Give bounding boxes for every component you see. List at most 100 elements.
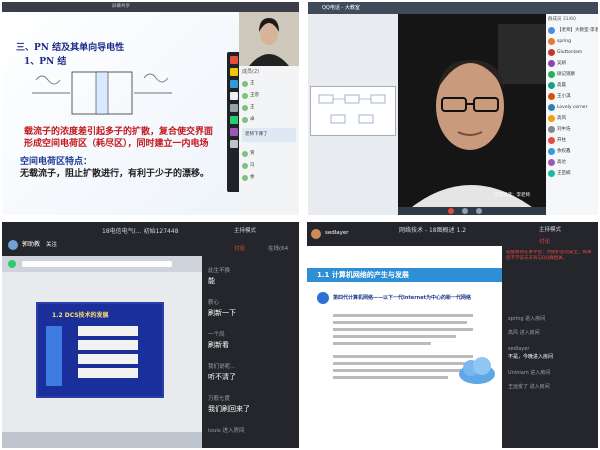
pen-yellow-icon[interactable] xyxy=(230,68,238,76)
person-avatar-icon xyxy=(239,12,299,66)
top-bar: 屏幕共享 xyxy=(2,2,299,12)
chat-message: 我们刷回来了 xyxy=(208,405,250,413)
avatar-icon xyxy=(548,27,555,34)
slide-box xyxy=(78,326,138,336)
pen-red-icon[interactable] xyxy=(230,56,238,64)
avatar-icon xyxy=(548,82,555,89)
member-item[interactable]: 【老师】大教室-李老师 xyxy=(548,26,598,36)
title-bar: QQ电话 - 大教室 xyxy=(308,2,598,14)
avatar-icon xyxy=(242,163,248,169)
member-name: 开柱 xyxy=(557,138,566,143)
slide-feature-text: 无载流子，阻止扩散进行，有利于少子的漂移。 xyxy=(20,169,210,179)
avatar-icon xyxy=(242,117,248,123)
flowchart-icon xyxy=(318,94,386,124)
chat-note: 老师下课了 xyxy=(242,128,296,142)
video-caption: 正在讲话：李老师 xyxy=(494,193,530,198)
member-list-panel: 成员(2) 王 王宗 王 卓 老师下课了 贺 冯 余 xyxy=(239,66,299,215)
avatar-icon xyxy=(548,170,555,177)
highlighter-icon[interactable] xyxy=(230,116,238,124)
member-name: spring xyxy=(557,39,572,44)
shape-icon[interactable] xyxy=(230,104,238,112)
teacher-webcam xyxy=(239,12,299,66)
member-item[interactable]: spring xyxy=(548,37,597,47)
mic-icon[interactable] xyxy=(462,208,468,214)
panel-live-classroom-dcs: 18电信电气(... 初始127448 郭助教 关注 主持模式 讨论 在线(64… xyxy=(2,222,299,448)
member-item[interactable]: 硕记观察 xyxy=(548,70,597,80)
address-bar[interactable] xyxy=(22,261,172,267)
chat-username: 薪心 xyxy=(208,300,220,306)
member-item[interactable]: 王宗 xyxy=(242,92,297,101)
avatar-icon xyxy=(548,159,555,166)
member-item[interactable]: 刘中浩 xyxy=(548,125,597,135)
member-sidebar: 群成员 31/60 【老师】大教室-李老师 spring Gluttonlam 吴妍硕… xyxy=(546,14,598,215)
system-notice: 提醒教师在本平台：为保护您的安全，如果您不学该天天有与QQ群相关。 xyxy=(506,250,592,261)
pen-blue-icon[interactable] xyxy=(230,80,238,88)
eraser-icon[interactable] xyxy=(230,92,238,100)
member-item[interactable]: Lovely corner xyxy=(548,103,597,113)
tab-discussion[interactable]: 讨论 xyxy=(539,237,550,245)
member-item[interactable]: 高风 xyxy=(548,114,597,124)
chat-username: 万般七度 xyxy=(208,396,231,402)
host-avatar-icon xyxy=(311,229,321,239)
avatar-icon xyxy=(548,115,555,122)
follow-button[interactable]: 关注 xyxy=(46,240,57,250)
slide-dcs: 1.2 DCS技术的发展 xyxy=(36,302,164,398)
chat-message: 不是，今晚进入房间 xyxy=(508,354,554,360)
host-avatar-icon xyxy=(8,240,18,250)
slide-area: 三、PN 结及其单向导电性 1、PN 结 载流子的浓度差引起多子的扩散，复合使交… xyxy=(2,12,239,215)
slide-box xyxy=(78,354,138,364)
avatar-icon xyxy=(548,104,555,111)
member-item[interactable]: 开柱 xyxy=(548,136,597,146)
member-name: 高风 xyxy=(557,116,566,121)
avatar-icon xyxy=(548,71,555,78)
panel-screen-share-pn-junction: 屏幕共享 三、PN 结及其单向导电性 1、PN 结 载流子的浓度差引起多子的扩散… xyxy=(2,2,299,215)
slide-network: 1.1 计算机网络的产生与发展 第四代计算机网络——以下一代Internet为中… xyxy=(307,246,502,448)
taskbar xyxy=(2,432,202,448)
member-item[interactable]: 吴妍 xyxy=(548,59,597,69)
avatar-icon xyxy=(548,126,555,133)
camera-icon[interactable] xyxy=(476,208,482,214)
host-name: sedlayer xyxy=(325,230,349,236)
member-name: 高晨 xyxy=(557,83,566,88)
avatar-icon xyxy=(242,81,248,87)
tab-online[interactable]: 在线(64 xyxy=(268,244,288,252)
shared-screen-thumbnail[interactable] xyxy=(310,86,396,136)
member-item[interactable]: 高达 xyxy=(548,158,597,168)
member-item[interactable]: 冯 xyxy=(242,162,297,171)
member-item[interactable]: 王苗楠 xyxy=(548,169,597,179)
avatar-icon xyxy=(242,175,248,181)
host-name: 郭助教 xyxy=(22,241,41,248)
member-name: 硕记观察 xyxy=(557,72,575,77)
hangup-icon[interactable] xyxy=(448,208,454,214)
member-name: Lovely corner xyxy=(557,105,588,110)
laser-pointer-icon[interactable] xyxy=(230,128,238,136)
chat-username: sedlayer xyxy=(508,346,530,352)
call-controls xyxy=(398,207,546,215)
member-name: 吴妍 xyxy=(557,61,566,66)
member-item[interactable]: 王 xyxy=(242,104,297,113)
member-item[interactable]: Gluttonlam xyxy=(548,48,597,58)
number-badge-icon xyxy=(317,292,329,304)
chat-username: 此生不换 xyxy=(208,268,231,274)
mode-label: 主持模式 xyxy=(539,227,562,233)
avatar-icon xyxy=(242,105,248,111)
window-title: 屏幕共享 xyxy=(112,4,130,9)
member-item[interactable]: 王小淇 xyxy=(548,92,597,102)
member-item[interactable]: 高晨 xyxy=(548,81,597,91)
member-item[interactable]: 王 xyxy=(242,80,297,89)
chat-message: 听不清了 xyxy=(208,373,236,381)
member-item[interactable]: 贺 xyxy=(242,150,297,159)
member-item[interactable]: 余权鑫 xyxy=(548,147,597,157)
tab-discussion[interactable]: 讨论 xyxy=(234,244,245,252)
discussion-panel: 提醒教师在本平台：为保护您的安全，如果您不学该天天有与QQ群相关。 spring… xyxy=(502,246,598,448)
enter-room-notice: louis 进入房间 xyxy=(208,428,245,434)
member-item[interactable]: 卓 xyxy=(242,116,297,125)
course-title: 18电信电气(... 初始127448 xyxy=(102,228,179,235)
slide-box xyxy=(78,340,138,350)
member-name: 王苗楠 xyxy=(557,171,571,176)
member-item[interactable]: 余 xyxy=(242,174,297,183)
enter-room-notice: 王远俊了 进入房间 xyxy=(508,384,550,390)
avatar-icon xyxy=(548,38,555,45)
chat-username: 我们说呢... xyxy=(208,364,236,370)
undo-icon[interactable] xyxy=(230,140,238,148)
